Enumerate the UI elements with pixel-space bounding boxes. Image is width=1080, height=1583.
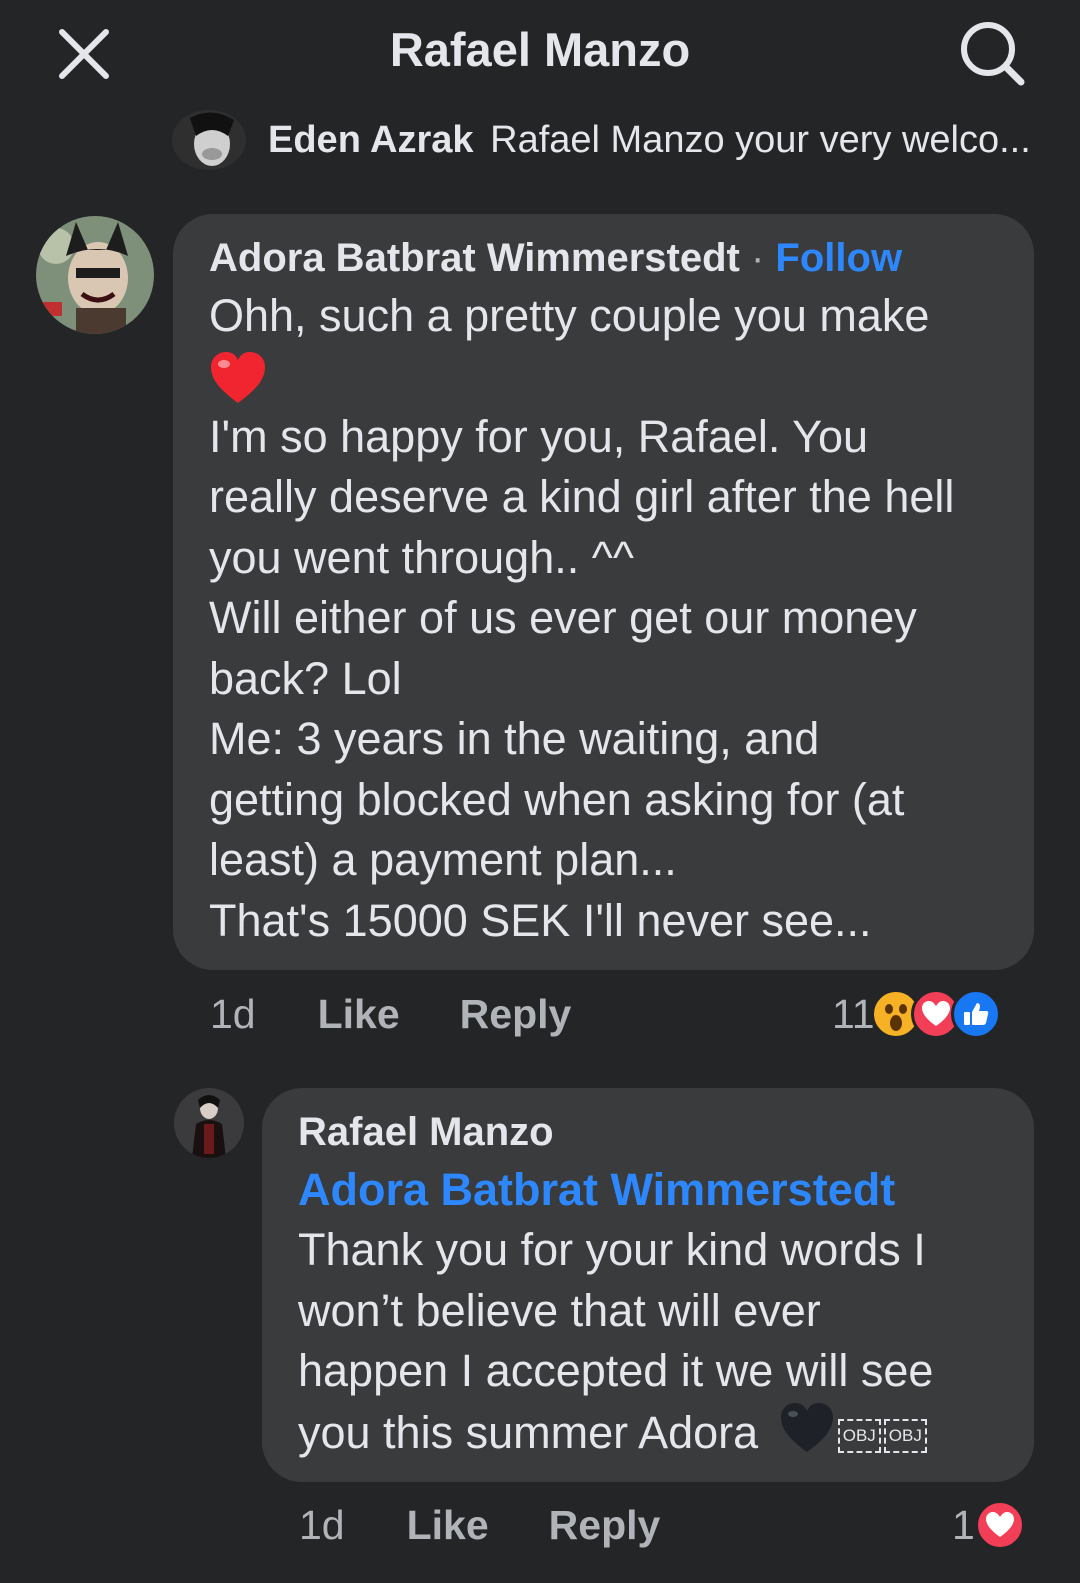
comment-time[interactable]: 1d [299,1502,345,1549]
black-heart-emoji [780,1402,833,1452]
heart-emoji [209,347,1009,407]
page-title: Rafael Manzo [389,23,691,76]
like-button[interactable]: Like [318,991,400,1038]
comment-line: happen I accepted it we will see [298,1345,934,1396]
reply-preview[interactable]: Eden Azrak Rafael Manzo your very welco.… [172,108,1052,172]
comment-text: Ohh, such a pretty couple you make I'm s… [209,286,1009,951]
comment-line: you this summer Adora OBJ OBJ [298,1402,1018,1464]
comment-text: Thank you for your kind words I won’t be… [298,1220,1018,1463]
follow-button[interactable]: Follow [775,236,902,280]
comment-author[interactable]: Rafael Manzo [298,1104,1018,1160]
reply-button[interactable]: Reply [460,991,572,1038]
reaction-summary[interactable]: 11 [832,984,1001,1044]
reply-button[interactable]: Reply [549,1502,661,1549]
preview-message: Rafael Manzo your very welco... [490,118,1031,161]
separator: · [750,236,765,280]
comment-bubble[interactable]: Rafael Manzo Adora Batbrat Wimmerstedt T… [262,1088,1034,1482]
reaction-count: 1 [952,1501,975,1548]
avatar[interactable] [174,1088,244,1158]
comment-line: back? Lol [209,652,402,704]
comment-line: I'm so happy for you, Rafael. You [209,410,869,462]
mention-link[interactable]: Adora Batbrat Wimmerstedt [298,1160,1018,1220]
search-button[interactable] [955,16,1031,92]
comments-screen: Rafael Manzo Eden Azrak Rafael Manzo you… [0,0,1080,1583]
comment-author[interactable]: Adora Batbrat Wimmerstedt [209,236,740,280]
comment-line: getting blocked when asking for (at [209,773,905,825]
comment-line: you went through.. ^^ [209,531,634,583]
comment-bubble[interactable]: Adora Batbrat Wimmerstedt · Follow Ohh, … [173,214,1034,970]
comment-line: That's 15000 SEK I'll never see... [209,894,872,946]
comment-actions: 1d Like Reply [210,984,571,1044]
comment-line: Will either of us ever get our money [209,592,917,643]
avatar[interactable] [172,110,246,170]
search-icon [961,22,1025,86]
comment-line: won’t believe that will ever [298,1284,821,1336]
comment-line: Ohh, such a pretty couple you make [209,290,930,341]
header: Rafael Manzo [0,0,1080,100]
comment-line-text: you this summer Adora [298,1406,759,1458]
like-icon [950,989,1001,1039]
preview-author[interactable]: Eden Azrak [268,119,474,161]
reaction-summary[interactable]: 1 [952,1495,1025,1555]
like-button[interactable]: Like [407,1502,489,1549]
object-placeholder: OBJ [837,1418,881,1453]
avatar[interactable] [36,216,154,334]
love-icon [974,1500,1025,1550]
comment-time[interactable]: 1d [210,991,256,1038]
comment-actions: 1d Like Reply [299,1495,660,1555]
comment-line: Thank you for your kind words I [298,1224,926,1275]
comment-line: least) a payment plan... [209,834,677,885]
comment-line: really deserve a kind girl after the hel… [209,471,955,522]
object-placeholder: OBJ [883,1418,927,1453]
reaction-count: 11 [832,990,875,1037]
comment-line: Me: 3 years in the waiting, and [209,713,820,764]
